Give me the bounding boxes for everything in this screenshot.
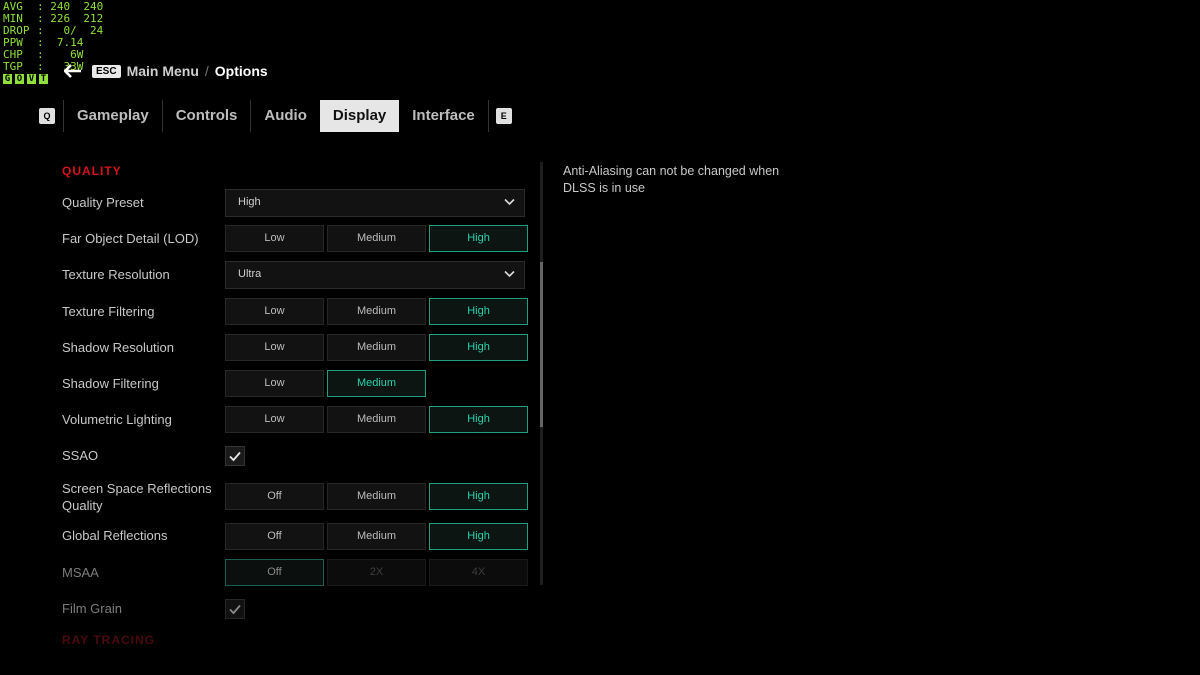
overlay-key: TGP — [3, 60, 23, 73]
far-object-detail-label: Far Object Detail (LOD) — [62, 231, 199, 246]
esc-key-hint[interactable]: ESC — [92, 64, 121, 78]
option-high-selected[interactable]: High — [429, 225, 528, 252]
option-medium[interactable]: Medium — [327, 225, 426, 252]
option-high-selected[interactable]: High — [429, 406, 528, 433]
option-medium-selected[interactable]: Medium — [327, 370, 426, 397]
ssao-label: SSAO — [62, 448, 99, 463]
option-medium[interactable]: Medium — [327, 406, 426, 433]
option-high-selected[interactable]: High — [429, 523, 528, 550]
tab-display[interactable]: Display — [319, 100, 400, 132]
ssr-quality-options: Off Medium High — [225, 483, 528, 510]
option-medium[interactable]: Medium — [327, 523, 426, 550]
ssr-quality-label-line1: Screen Space Reflections — [62, 481, 212, 496]
overlay-flag: V — [27, 74, 36, 84]
overlay-flag: T — [39, 74, 48, 84]
tab-divider — [487, 100, 489, 132]
scrollbar-thumb[interactable] — [540, 262, 543, 427]
option-medium[interactable]: Medium — [327, 483, 426, 510]
quality-preset-dropdown[interactable]: High — [225, 189, 525, 217]
prev-tab-key[interactable]: Q — [39, 108, 55, 124]
global-reflections-label: Global Reflections — [62, 528, 168, 543]
option-medium[interactable]: Medium — [327, 298, 426, 325]
option-low[interactable]: Low — [225, 406, 324, 433]
volumetric-lighting-label: Volumetric Lighting — [62, 412, 172, 427]
quality-preset-label: Quality Preset — [62, 195, 144, 210]
shadow-filtering-label: Shadow Filtering — [62, 376, 159, 391]
tab-audio[interactable]: Audio — [251, 100, 320, 132]
texture-resolution-label: Texture Resolution — [62, 267, 170, 282]
option-2x: 2X — [327, 559, 426, 586]
option-off[interactable]: Off — [225, 523, 324, 550]
ssr-quality-label: Screen Space Reflections Quality — [62, 480, 212, 514]
option-low[interactable]: Low — [225, 370, 324, 397]
option-low[interactable]: Low — [225, 225, 324, 252]
ssao-checkbox[interactable] — [225, 446, 245, 466]
checkmark-icon — [229, 604, 241, 615]
overlay-flag: G — [3, 74, 12, 84]
option-high-selected[interactable]: High — [429, 483, 528, 510]
volumetric-lighting-options: Low Medium High — [225, 406, 528, 433]
breadcrumb-main-menu[interactable]: Main Menu — [127, 63, 199, 79]
option-4x: 4X — [429, 559, 528, 586]
far-object-detail-options: Low Medium High — [225, 225, 528, 252]
option-off[interactable]: Off — [225, 483, 324, 510]
shadow-resolution-options: Low Medium High — [225, 334, 528, 361]
chevron-down-icon — [504, 197, 515, 209]
overlay-flag: O — [15, 74, 24, 84]
tab-interface[interactable]: Interface — [399, 100, 488, 132]
next-tab-key[interactable]: E — [495, 108, 512, 124]
option-medium[interactable]: Medium — [327, 334, 426, 361]
ssr-quality-label-line2: Quality — [62, 498, 103, 513]
breadcrumb-current: Options — [214, 63, 268, 79]
option-high-selected[interactable]: High — [429, 298, 528, 325]
tab-gameplay[interactable]: Gameplay — [64, 100, 162, 132]
texture-filtering-options: Low Medium High — [225, 298, 528, 325]
shadow-filtering-options: Low Medium — [225, 370, 426, 397]
section-quality-title: QUALITY — [62, 164, 122, 178]
breadcrumb: ESC Main Menu / Options — [64, 63, 268, 79]
option-off-selected: Off — [225, 559, 324, 586]
film-grain-label: Film Grain — [62, 601, 122, 616]
film-grain-checkbox[interactable] — [225, 599, 245, 619]
option-high-selected[interactable]: High — [429, 334, 528, 361]
options-tabs: Q Gameplay Controls Audio Display Interf… — [39, 100, 512, 132]
msaa-label: MSAA — [62, 565, 99, 580]
shadow-resolution-label: Shadow Resolution — [62, 340, 175, 355]
checkmark-icon — [229, 451, 241, 462]
texture-resolution-dropdown[interactable]: Ultra — [225, 261, 525, 289]
texture-filtering-label: Texture Filtering — [62, 304, 155, 319]
section-raytracing-title: RAY TRACING — [62, 633, 156, 647]
option-low[interactable]: Low — [225, 334, 324, 361]
option-low[interactable]: Low — [225, 298, 324, 325]
global-reflections-options: Off Medium High — [225, 523, 528, 550]
tab-controls[interactable]: Controls — [163, 100, 251, 132]
chevron-down-icon — [504, 269, 515, 281]
breadcrumb-separator: / — [204, 63, 209, 79]
setting-description: Anti-Aliasing can not be changed when DL… — [563, 164, 780, 195]
msaa-options: Off 2X 4X — [225, 559, 528, 586]
arrow-left-icon[interactable] — [64, 64, 82, 78]
quality-preset-value: High — [238, 196, 261, 208]
texture-resolution-value: Ultra — [238, 268, 262, 280]
